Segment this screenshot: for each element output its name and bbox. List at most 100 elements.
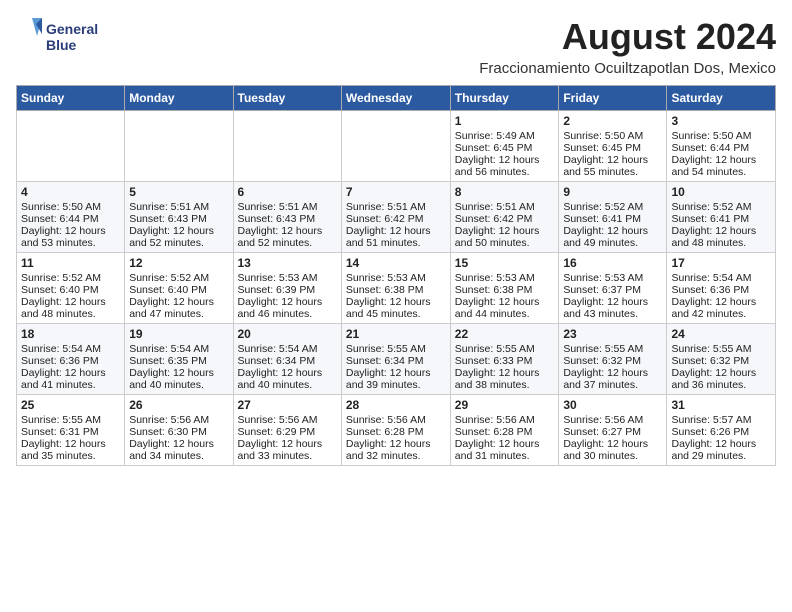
calendar-cell [17,111,125,182]
cell-text: and 51 minutes. [346,237,446,249]
calendar-cell: 28Sunrise: 5:56 AMSunset: 6:28 PMDayligh… [341,395,450,466]
cell-text: Sunrise: 5:56 AM [238,414,337,426]
day-of-week-header: Sunday [17,86,125,111]
calendar-cell: 30Sunrise: 5:56 AMSunset: 6:27 PMDayligh… [559,395,667,466]
cell-text: and 52 minutes. [129,237,228,249]
calendar-cell: 15Sunrise: 5:53 AMSunset: 6:38 PMDayligh… [450,253,559,324]
day-number: 13 [238,256,337,270]
cell-text: and 55 minutes. [563,166,662,178]
cell-text: Sunrise: 5:51 AM [238,201,337,213]
cell-text: Sunrise: 5:52 AM [129,272,228,284]
cell-text: Sunrise: 5:53 AM [346,272,446,284]
cell-text: Sunset: 6:43 PM [238,213,337,225]
day-number: 28 [346,398,446,412]
calendar-cell: 27Sunrise: 5:56 AMSunset: 6:29 PMDayligh… [233,395,341,466]
cell-text: Daylight: 12 hours [671,154,771,166]
day-of-week-header: Saturday [667,86,776,111]
cell-text: Sunset: 6:41 PM [671,213,771,225]
calendar-cell: 8Sunrise: 5:51 AMSunset: 6:42 PMDaylight… [450,182,559,253]
cell-text: Sunset: 6:32 PM [563,355,662,367]
cell-text: and 40 minutes. [129,379,228,391]
cell-text: Sunset: 6:32 PM [671,355,771,367]
cell-text: Sunset: 6:41 PM [563,213,662,225]
cell-text: and 52 minutes. [238,237,337,249]
cell-text: Daylight: 12 hours [671,296,771,308]
cell-text: Daylight: 12 hours [238,296,337,308]
cell-text: Sunset: 6:28 PM [455,426,555,438]
cell-text: Sunrise: 5:55 AM [21,414,120,426]
cell-text: Sunset: 6:37 PM [563,284,662,296]
cell-text: Sunrise: 5:52 AM [671,201,771,213]
day-number: 5 [129,185,228,199]
cell-text: Daylight: 12 hours [563,154,662,166]
cell-text: Sunset: 6:34 PM [346,355,446,367]
cell-text: Sunset: 6:33 PM [455,355,555,367]
cell-text: Sunrise: 5:50 AM [563,130,662,142]
cell-text: Sunrise: 5:51 AM [129,201,228,213]
cell-text: and 42 minutes. [671,308,771,320]
cell-text: Daylight: 12 hours [129,225,228,237]
calendar-week-row: 25Sunrise: 5:55 AMSunset: 6:31 PMDayligh… [17,395,776,466]
calendar-cell: 13 Sunrise: 5:53 AMSunset: 6:39 PMDayligh… [233,253,341,324]
calendar-cell: 9Sunrise: 5:52 AMSunset: 6:41 PMDaylight… [559,182,667,253]
cell-text: Sunrise: 5:52 AM [563,201,662,213]
calendar-cell: 3Sunrise: 5:50 AMSunset: 6:44 PMDaylight… [667,111,776,182]
cell-text: Sunrise: 5:50 AM [21,201,120,213]
day-number: 10 [671,185,771,199]
calendar-cell: 26Sunrise: 5:56 AMSunset: 6:30 PMDayligh… [125,395,233,466]
general-blue-logo: General Blue [16,16,106,58]
cell-text: Daylight: 12 hours [455,367,555,379]
cell-text: Daylight: 12 hours [238,438,337,450]
calendar-cell: 23Sunrise: 5:55 AMSunset: 6:32 PMDayligh… [559,324,667,395]
title-block: August 2024 Fraccionamiento Ocuiltzapotl… [479,16,776,77]
cell-text: Sunset: 6:39 PM [238,284,337,296]
cell-text: and 48 minutes. [21,308,120,320]
calendar-cell: 12Sunrise: 5:52 AMSunset: 6:40 PMDayligh… [125,253,233,324]
calendar-week-row: 1 Sunrise: 5:49 AMSunset: 6:45 PM Daylight… [17,111,776,182]
cell-text: Daylight: 12 hours [238,225,337,237]
cell-text: and 32 minutes. [346,450,446,462]
cell-text: Sunset: 6:31 PM [21,426,120,438]
cell-text: Sunset: 6:45 PM [455,142,555,154]
day-of-week-header: Monday [125,86,233,111]
cell-text: and 38 minutes. [455,379,555,391]
cell-text: and 34 minutes. [129,450,228,462]
cell-text: Sunrise: 5:55 AM [455,343,555,355]
calendar-cell: 22Sunrise: 5:55 AMSunset: 6:33 PMDayligh… [450,324,559,395]
cell-text: Daylight: 12 hours [671,225,771,237]
cell-text: and 50 minutes. [455,237,555,249]
cell-text: Daylight: 12 hours [21,296,120,308]
calendar-table: SundayMondayTuesdayWednesdayThursdayFrid… [16,85,776,466]
day-number: 1 [455,114,555,128]
cell-text: Sunrise: 5:56 AM [129,414,228,426]
day-number: 2 [563,114,662,128]
day-number: 16 [563,256,662,270]
cell-text: Sunset: 6:29 PM [238,426,337,438]
cell-text: Sunset: 6:40 PM [21,284,120,296]
calendar-cell [233,111,341,182]
month-year-title: August 2024 [479,16,776,58]
calendar-cell: 7Sunrise: 5:51 AMSunset: 6:42 PMDaylight… [341,182,450,253]
cell-text: and 36 minutes. [671,379,771,391]
cell-text: and 44 minutes. [455,308,555,320]
cell-text: Sunset: 6:44 PM [21,213,120,225]
day-number: 29 [455,398,555,412]
cell-text: Sunrise: 5:53 AM [238,272,337,284]
cell-text: Daylight: 12 hours [21,225,120,237]
cell-text: and 54 minutes. [671,166,771,178]
calendar-cell: 29Sunrise: 5:56 AMSunset: 6:28 PMDayligh… [450,395,559,466]
day-number: 4 [21,185,120,199]
calendar-cell: 10 Sunrise: 5:52 AMSunset: 6:41 PMDayligh… [667,182,776,253]
cell-text: Sunrise: 5:55 AM [671,343,771,355]
cell-text: and 43 minutes. [563,308,662,320]
day-number: 8 [455,185,555,199]
calendar-cell: 24Sunrise: 5:55 AMSunset: 6:32 PMDayligh… [667,324,776,395]
cell-text: Sunrise: 5:54 AM [671,272,771,284]
calendar-cell: 21Sunrise: 5:55 AMSunset: 6:34 PMDayligh… [341,324,450,395]
cell-text: and 37 minutes. [563,379,662,391]
cell-text: and 47 minutes. [129,308,228,320]
cell-text: Sunrise: 5:50 AM [671,130,771,142]
cell-text: and 41 minutes. [21,379,120,391]
cell-text: Sunrise: 5:49 AM [455,130,555,142]
cell-text: Sunset: 6:36 PM [21,355,120,367]
